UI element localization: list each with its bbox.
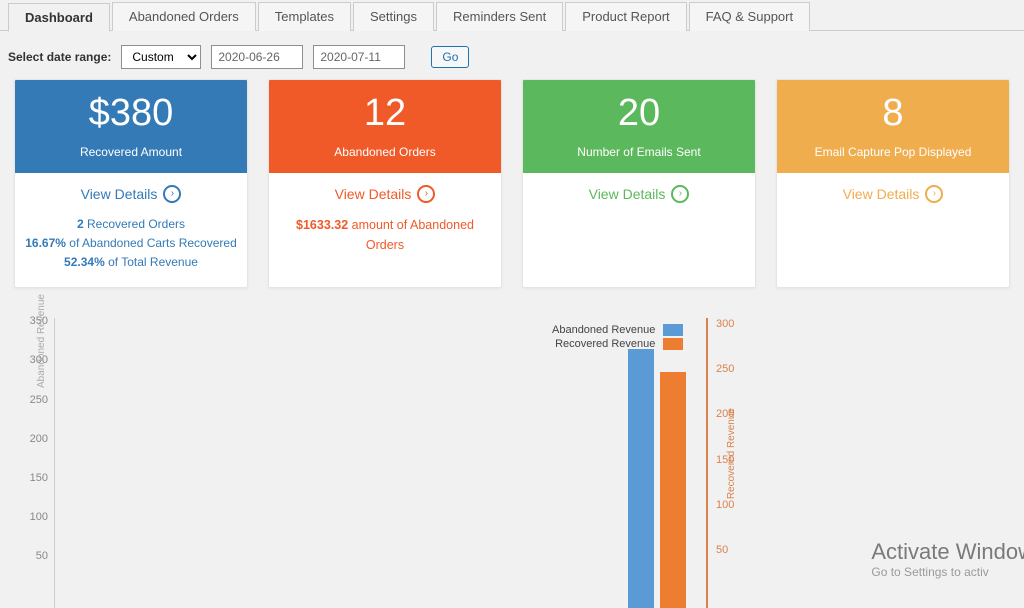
date-to-input[interactable] [313,45,405,69]
view-details-text: View Details [589,186,666,202]
recovered-view-details[interactable]: View Details › [15,173,247,215]
popups-value: 8 [785,92,1001,135]
recovered-value: $380 [23,92,239,135]
view-details-text: View Details [81,186,158,202]
emails-value: 20 [531,92,747,135]
tab-reminders-sent[interactable]: Reminders Sent [436,2,563,31]
abandoned-value: 12 [277,92,493,135]
date-filter-row: Select date range: Custom Go [0,31,1024,79]
arrow-right-icon: › [671,185,689,203]
windows-activation-watermark: Activate Window Go to Settings to activ [871,539,1024,579]
view-details-text: View Details [843,186,920,202]
chart-legend: Abandoned Revenue Recovered Revenue [552,324,683,352]
tab-templates[interactable]: Templates [258,2,351,31]
tab-product-report[interactable]: Product Report [565,2,686,31]
tab-abandoned-orders[interactable]: Abandoned Orders [112,2,256,31]
legend-item: Recovered Revenue [552,338,683,350]
card-emails-sent: 20 Number of Emails Sent View Details › [522,79,756,288]
tab-faq-support[interactable]: FAQ & Support [689,2,810,31]
popups-view-details[interactable]: View Details › [777,173,1009,215]
card-abandoned-orders: 12 Abandoned Orders View Details › $1633… [268,79,502,288]
arrow-right-icon: › [925,185,943,203]
date-range-label: Select date range: [8,50,111,64]
abandoned-view-details[interactable]: View Details › [269,173,501,215]
bar-abandoned-revenue [628,349,654,608]
revenue-chart: 50100150200250300350 Abandoned Revenue 5… [14,318,1010,608]
arrow-right-icon: › [163,185,181,203]
card-recovered-amount: $380 Recovered Amount View Details › 2 R… [14,79,248,288]
arrow-right-icon: › [417,185,435,203]
date-from-input[interactable] [211,45,303,69]
tab-bar: DashboardAbandoned OrdersTemplatesSettin… [0,2,1024,31]
y-axis-right-label: Recovered Revenue [726,408,737,499]
card-popups: 8 Email Capture Pop Displayed View Detai… [776,79,1010,288]
recovered-label: Recovered Amount [23,145,239,159]
bar-recovered-revenue [660,372,686,608]
popups-label: Email Capture Pop Displayed [785,145,1001,159]
tab-settings[interactable]: Settings [353,2,434,31]
date-preset-select[interactable]: Custom [121,45,201,69]
emails-view-details[interactable]: View Details › [523,173,755,215]
view-details-text: View Details [335,186,412,202]
chart-bars [628,349,686,608]
go-button[interactable]: Go [431,46,469,68]
emails-label: Number of Emails Sent [531,145,747,159]
recovered-substats: 2 Recovered Orders 16.67% of Abandoned C… [15,215,247,287]
tab-dashboard[interactable]: Dashboard [8,3,110,32]
summary-cards: $380 Recovered Amount View Details › 2 R… [0,79,1024,288]
y-axis-left: 50100150200250300350 [54,318,55,608]
abandoned-label: Abandoned Orders [277,145,493,159]
abandoned-substats: $1633.32 amount of Abandoned Orders [269,215,501,269]
legend-item: Abandoned Revenue [552,324,683,336]
y-axis-left-label: Abandoned Revenue [36,294,47,388]
y-axis-right: 50100150200250300 [706,318,708,608]
